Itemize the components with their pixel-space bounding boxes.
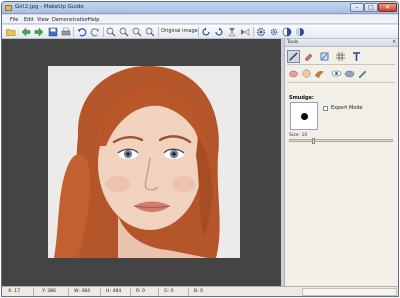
toolbar-separator	[73, 27, 74, 37]
status-divider	[33, 288, 34, 296]
menu-edit[interactable]: Edit	[24, 17, 34, 23]
crop-tool-icon[interactable]	[319, 51, 330, 62]
brush-tool-icon[interactable]	[287, 50, 300, 63]
horizontal-scrollbar[interactable]	[302, 288, 397, 296]
window-title: Girl2.jpg - MakeUp Guide	[15, 4, 84, 10]
smudge-label: Smudge:	[289, 95, 314, 101]
title-bar[interactable]: Girl2.jpg - MakeUp Guide – □ ✕	[2, 2, 398, 14]
status-divider	[100, 288, 101, 296]
status-g: G: 0	[164, 289, 174, 294]
status-b: B: 0	[194, 289, 204, 294]
menu-view[interactable]: View	[37, 17, 49, 23]
toolbar-separator	[253, 27, 254, 37]
eraser-tool-icon[interactable]	[303, 51, 314, 62]
brush-dot	[301, 113, 308, 120]
app-window: Girl2.jpg - MakeUp Guide – □ ✕ File Edit…	[1, 1, 399, 297]
rotate-right-icon[interactable]	[214, 27, 224, 37]
tool-row-divider	[287, 64, 395, 65]
brightness-icon[interactable]	[295, 27, 305, 37]
checkbox-box[interactable]	[323, 106, 328, 111]
portrait-photo[interactable]	[48, 66, 240, 258]
contrast-icon[interactable]	[282, 27, 292, 37]
status-x: X: 17	[8, 289, 21, 294]
tools-panel-title: Tools	[287, 40, 299, 45]
toolbar-separator	[103, 27, 104, 37]
minimize-button[interactable]: –	[350, 3, 364, 12]
status-bar: X: 17 Y: 386 W: 484 H: 484 R: 0 G: 0 B: …	[2, 286, 398, 296]
zoom-actual-icon[interactable]	[145, 27, 155, 37]
maximize-button[interactable]: □	[364, 3, 378, 12]
open-folder-icon[interactable]	[6, 27, 16, 37]
settings-small-icon[interactable]	[269, 27, 279, 37]
pencil-tool-icon[interactable]	[357, 68, 368, 79]
tools-panel: Tools × Smudge: Expert Mode Size: 10	[284, 39, 398, 286]
flip-horizontal-icon[interactable]	[240, 27, 250, 37]
toolbar: Original image	[2, 25, 398, 39]
tool-row-divider	[287, 82, 395, 83]
tools-panel-header: Tools ×	[285, 39, 398, 47]
menu-file[interactable]: File	[10, 17, 18, 23]
status-y: Y: 386	[42, 289, 56, 294]
original-image-button[interactable]: Original image	[161, 28, 198, 34]
panel-close-icon[interactable]: ×	[392, 39, 396, 45]
status-divider	[68, 288, 69, 296]
redo-icon[interactable]	[90, 27, 100, 37]
size-slider-thumb[interactable]	[312, 138, 315, 144]
lipstick-tool-icon[interactable]	[288, 68, 299, 79]
expert-mode-label: Expert Mode	[331, 105, 363, 111]
app-icon	[5, 5, 12, 11]
zoom-out-icon[interactable]	[119, 27, 129, 37]
skin-tool-icon[interactable]	[301, 68, 312, 79]
status-divider	[158, 288, 159, 296]
rotate-left-icon[interactable]	[201, 27, 211, 37]
image-canvas[interactable]	[2, 39, 281, 286]
grid-tool-icon[interactable]	[335, 51, 346, 62]
close-button[interactable]: ✕	[378, 3, 397, 12]
text-tool-icon[interactable]	[351, 51, 362, 62]
size-label: Size: 10	[289, 133, 308, 138]
zoom-fit-icon[interactable]	[132, 27, 142, 37]
menu-bar: File Edit View Demonstration Help	[2, 15, 398, 24]
menu-help[interactable]: Help	[88, 17, 99, 23]
status-divider	[130, 288, 131, 296]
toolbar-separator	[198, 27, 199, 37]
size-slider[interactable]	[289, 138, 393, 144]
status-divider	[188, 288, 189, 296]
status-r: R: 0	[136, 289, 145, 294]
hair-tool-icon[interactable]	[314, 68, 325, 79]
eye-tool-icon[interactable]	[331, 68, 342, 79]
print-icon[interactable]	[61, 27, 71, 37]
flip-vertical-icon[interactable]	[227, 27, 237, 37]
zoom-in-icon[interactable]	[106, 27, 116, 37]
settings-icon[interactable]	[256, 27, 266, 37]
forward-arrow-icon[interactable]	[34, 27, 44, 37]
undo-icon[interactable]	[77, 27, 87, 37]
toolbar-separator	[158, 27, 159, 37]
eyeshadow-tool-icon[interactable]	[344, 68, 355, 79]
status-h: H: 484	[106, 289, 122, 294]
status-w: W: 484	[74, 289, 91, 294]
back-arrow-icon[interactable]	[21, 27, 31, 37]
menu-demonstration[interactable]: Demonstration	[52, 17, 89, 23]
brush-preview	[290, 102, 318, 130]
save-icon[interactable]	[48, 27, 58, 37]
